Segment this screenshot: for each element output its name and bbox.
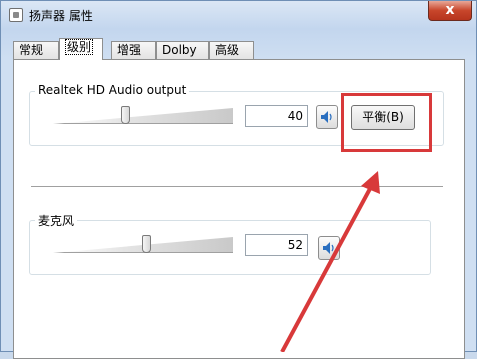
output-slider-track[interactable] bbox=[53, 108, 233, 124]
tab-enhancements[interactable]: 增强 bbox=[111, 41, 156, 59]
output-volume-slider[interactable] bbox=[53, 106, 233, 128]
mic-slider-thumb[interactable] bbox=[142, 235, 151, 253]
speaker-properties-window: 扬声器 属性 x 常规 级别 增强 Dolby 高级 Realtek HD Au… bbox=[0, 0, 477, 359]
mic-volume-slider[interactable] bbox=[53, 235, 233, 257]
mic-group-label: 麦克风 bbox=[35, 212, 78, 229]
window-title: 扬声器 属性 bbox=[29, 9, 93, 23]
output-volume-value[interactable]: 40 bbox=[245, 105, 308, 127]
output-group-label: Realtek HD Audio output bbox=[35, 83, 190, 97]
tab-general[interactable]: 常规 bbox=[13, 41, 59, 59]
mic-volume-value[interactable]: 52 bbox=[245, 234, 308, 256]
output-mute-button[interactable] bbox=[316, 105, 338, 129]
tab-advanced[interactable]: 高级 bbox=[209, 41, 254, 59]
title-bar[interactable]: 扬声器 属性 x bbox=[1, 1, 476, 29]
output-slider-thumb[interactable] bbox=[121, 106, 130, 124]
speaker-icon bbox=[323, 242, 334, 254]
speaker-icon bbox=[321, 111, 332, 123]
mic-mute-button[interactable] bbox=[318, 236, 340, 260]
tab-dolby[interactable]: Dolby bbox=[156, 41, 209, 59]
tab-levels[interactable]: 级别 bbox=[59, 38, 103, 60]
window-app-icon bbox=[9, 8, 23, 22]
close-button[interactable]: x bbox=[428, 1, 472, 21]
section-divider bbox=[31, 186, 443, 188]
annotation-highlight-box bbox=[341, 93, 432, 152]
